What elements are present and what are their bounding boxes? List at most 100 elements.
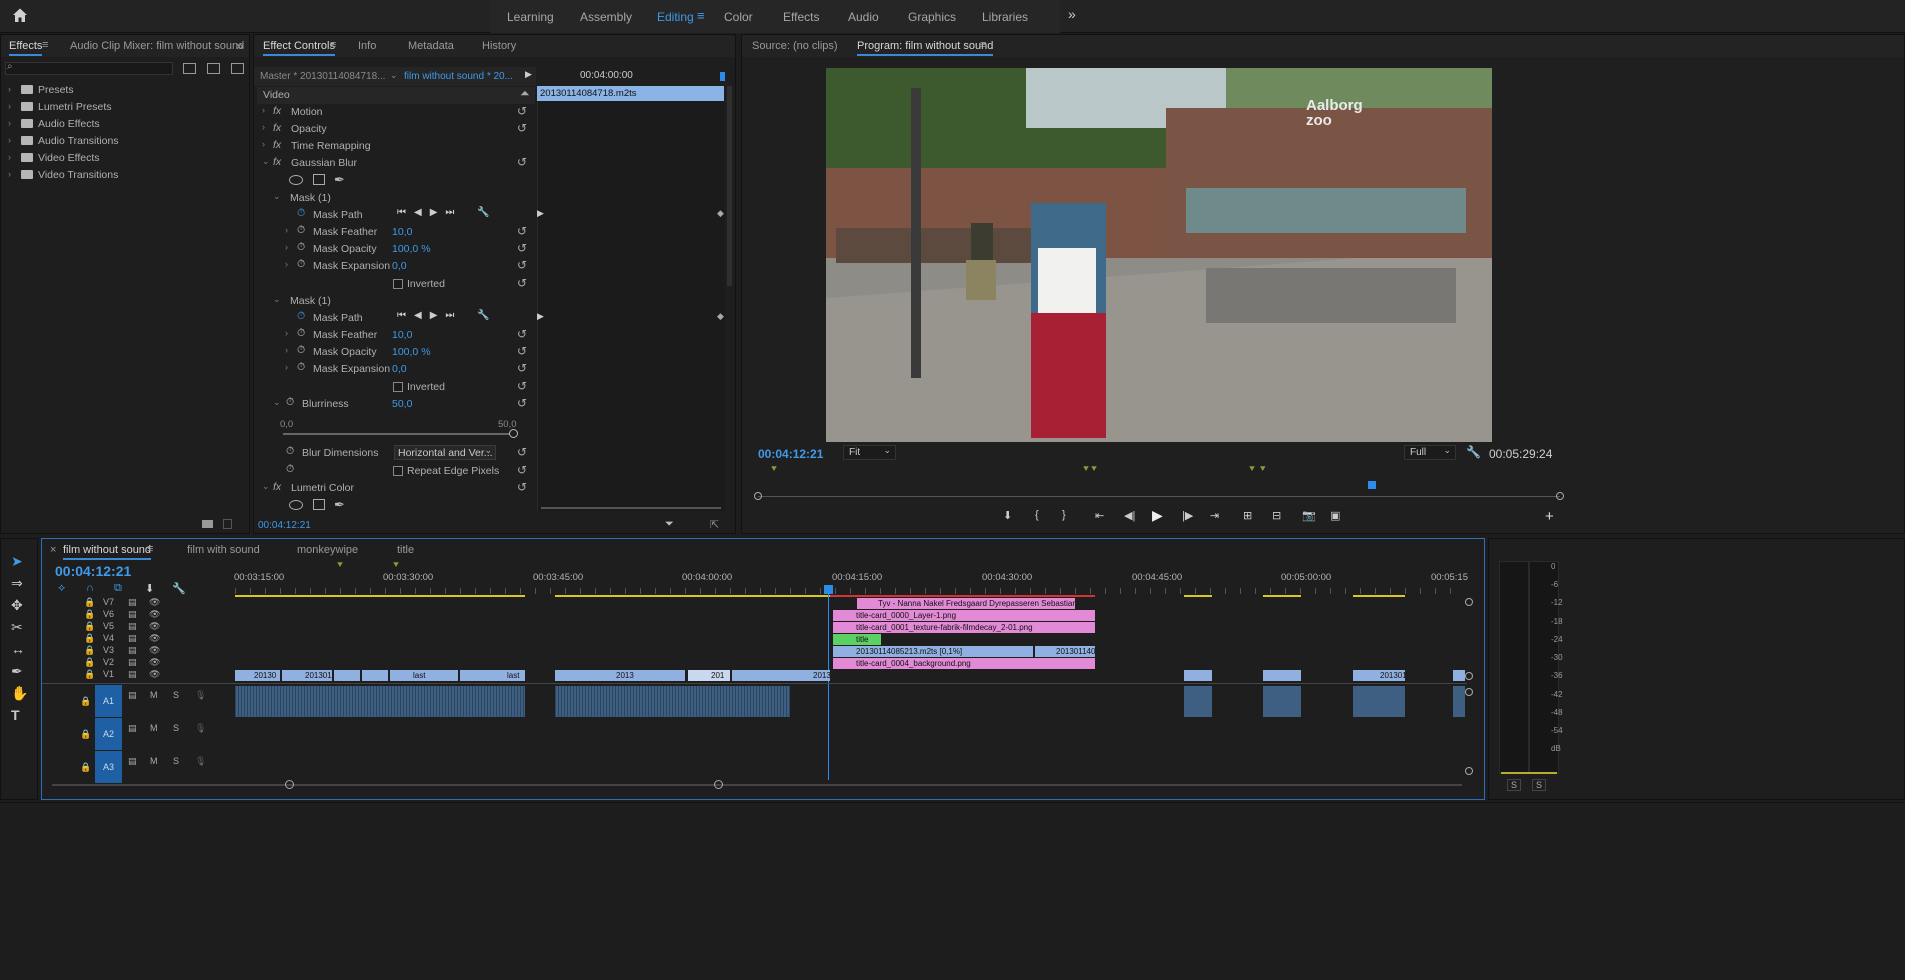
playhead-line[interactable] [828,594,829,780]
inverted-checkbox[interactable] [393,279,403,289]
mask-2-header[interactable]: ⌄ Mask (1) [257,293,535,310]
program-scrubber[interactable] [758,496,1560,497]
sync-lock-icon[interactable]: ▤ [128,609,137,620]
mute-button[interactable]: M [150,690,158,700]
track-v2[interactable]: 🔒 V2 ▤ 👁 [42,657,236,669]
mask-opacity-value[interactable]: 100,0 % [392,346,431,358]
marker-icon[interactable]: ⯆ ⯆ [1248,464,1267,475]
nest-icon[interactable]: ⟡ [58,582,65,595]
hand-tool-icon[interactable]: ✋ [11,685,28,702]
blur-dimensions-dropdown[interactable]: Horizontal and Ver... ⌄ [394,445,496,460]
pen-mask-icon[interactable]: ✒ [334,497,345,513]
panel-menu-icon[interactable]: ≡ [980,39,986,51]
track-settings-icon[interactable]: 🔧 [477,310,489,321]
eye-icon[interactable]: 👁 [149,633,160,644]
filter-icon[interactable]: ⏷ [665,518,674,531]
blurriness-value[interactable]: 50,0 [392,398,412,410]
eye-icon[interactable]: 👁 [149,597,160,608]
audio-clip-a1[interactable] [1353,686,1405,717]
tab-source[interactable]: Source: (no clips) [752,40,838,52]
tab-graphics[interactable]: Graphics [908,10,956,24]
add-marker-icon[interactable]: ⬇ [145,582,154,595]
folder-presets[interactable]: › Presets [1,82,251,99]
play-icon[interactable]: ▶ [537,208,544,219]
clip-v5[interactable]: title-card_0001_texture-fabrik-filmdecay… [833,622,1095,633]
new-bin-icon[interactable] [202,520,213,528]
voiceover-mic-icon[interactable]: 🎙 [195,690,206,701]
clip-v1[interactable]: 2013 [555,670,685,681]
eye-icon[interactable]: 👁 [149,645,160,656]
lock-icon[interactable]: 🔒 [84,657,95,668]
stopwatch-icon[interactable]: ⏱ [297,310,305,323]
home-icon[interactable] [12,7,28,23]
stopwatch-icon[interactable]: ⏱ [297,224,305,237]
folder-video-transitions[interactable]: › Video Transitions [1,167,251,184]
ec-clip-bar[interactable]: 20130114084718.m2ts [537,86,724,101]
track-a2[interactable]: 🔒 A2 ▤ M S 🎙 [42,718,236,750]
tab-title[interactable]: title [397,544,414,556]
mask-2-inverted[interactable]: Inverted ↺ [257,379,535,396]
clip-v4[interactable]: title [833,634,881,645]
vertical-scroll-handle[interactable] [1465,688,1473,696]
scroll-handle-left[interactable] [754,492,762,500]
audio-clip-a1[interactable] [235,686,525,717]
clip-v1[interactable]: 201301 [1353,670,1405,681]
stopwatch-icon[interactable]: ⏱ [297,327,305,340]
lock-icon[interactable]: 🔒 [84,633,95,644]
track-v6[interactable]: 🔒 V6 ▤ 👁 [42,609,236,621]
vertical-scroll-handle[interactable] [1465,672,1473,680]
extract-icon[interactable]: ⊟ [1272,509,1281,522]
solo-right-button[interactable]: S [1532,779,1547,791]
eye-icon[interactable]: 👁 [149,609,160,620]
track-v1[interactable]: 🔒 V1 ▤ 👁 [42,669,236,681]
reset-icon[interactable]: ↺ [517,344,527,358]
vertical-scroll-handle[interactable] [1465,598,1473,606]
panel-menu-icon[interactable]: ≡ [330,39,336,51]
step-forward-icon[interactable]: |▶ [1182,509,1193,522]
export-frame-icon[interactable]: 📷 [1302,509,1316,522]
sync-lock-icon[interactable]: ▤ [128,690,137,701]
mark-in-icon[interactable]: { [1035,509,1039,521]
ripple-edit-icon[interactable]: ✥ [11,597,23,614]
step-back-icon[interactable]: ◀| [1124,509,1135,522]
vertical-scroll-handle[interactable] [1465,767,1473,775]
scroll-handle-right[interactable] [714,780,723,789]
sync-lock-icon[interactable]: ▤ [128,633,137,644]
track-v5[interactable]: 🔒 V5 ▤ 👁 [42,621,236,633]
timeline-timecode[interactable]: 00:04:12:21 [55,563,131,579]
track-v7[interactable]: 🔒 V7 ▤ 👁 [42,597,236,609]
tab-effects[interactable]: Effects [783,10,819,24]
eye-icon[interactable]: 👁 [149,669,160,680]
reset-icon[interactable]: ↺ [517,463,527,477]
tab-film-with-sound[interactable]: film with sound [187,544,260,556]
yuv-effects-icon[interactable] [231,63,244,74]
tab-editing[interactable]: Editing [657,10,694,24]
clip-v1[interactable] [1184,670,1212,681]
sync-lock-icon[interactable]: ▤ [128,645,137,656]
play-icon[interactable]: ▶ [537,311,544,322]
tab-learning[interactable]: Learning [507,10,554,24]
sync-lock-icon[interactable]: ▤ [128,657,137,668]
lock-icon[interactable]: 🔒 [80,696,91,707]
reset-icon[interactable]: ↺ [517,379,527,393]
clip-v1[interactable]: 201301 [282,670,332,681]
lock-icon[interactable]: 🔒 [84,669,95,680]
stopwatch-icon[interactable]: ⏱ [297,207,305,220]
ruler-ticks[interactable] [235,588,1465,594]
timeline-scrollbar[interactable] [52,784,1462,786]
wrench-icon[interactable]: 🔧 [1466,445,1481,459]
track-a3[interactable]: 🔒 A3 ▤ M S 🎙 [42,751,236,783]
solo-button[interactable]: S [173,756,179,766]
panel-menu-icon[interactable]: ≡ [42,39,48,51]
voiceover-mic-icon[interactable]: 🎙 [195,756,206,767]
tab-monkeywipe[interactable]: monkeywipe [297,544,358,556]
mask-1-opacity[interactable]: › ⏱ Mask Opacity 100,0 % ↺ [257,241,535,258]
clip-v1[interactable]: 20130 [235,670,280,681]
quality-dropdown[interactable]: Full ⌄ [1404,445,1456,460]
stopwatch-icon[interactable]: ⏱ [286,396,294,409]
clip-v1[interactable]: 2013 [732,670,830,681]
sync-lock-icon[interactable]: ▤ [128,597,137,608]
mask-2-opacity[interactable]: › ⏱ Mask Opacity 100,0 % ↺ [257,344,535,361]
stopwatch-icon[interactable]: ⏱ [286,463,294,476]
clip-v1[interactable] [334,670,360,681]
